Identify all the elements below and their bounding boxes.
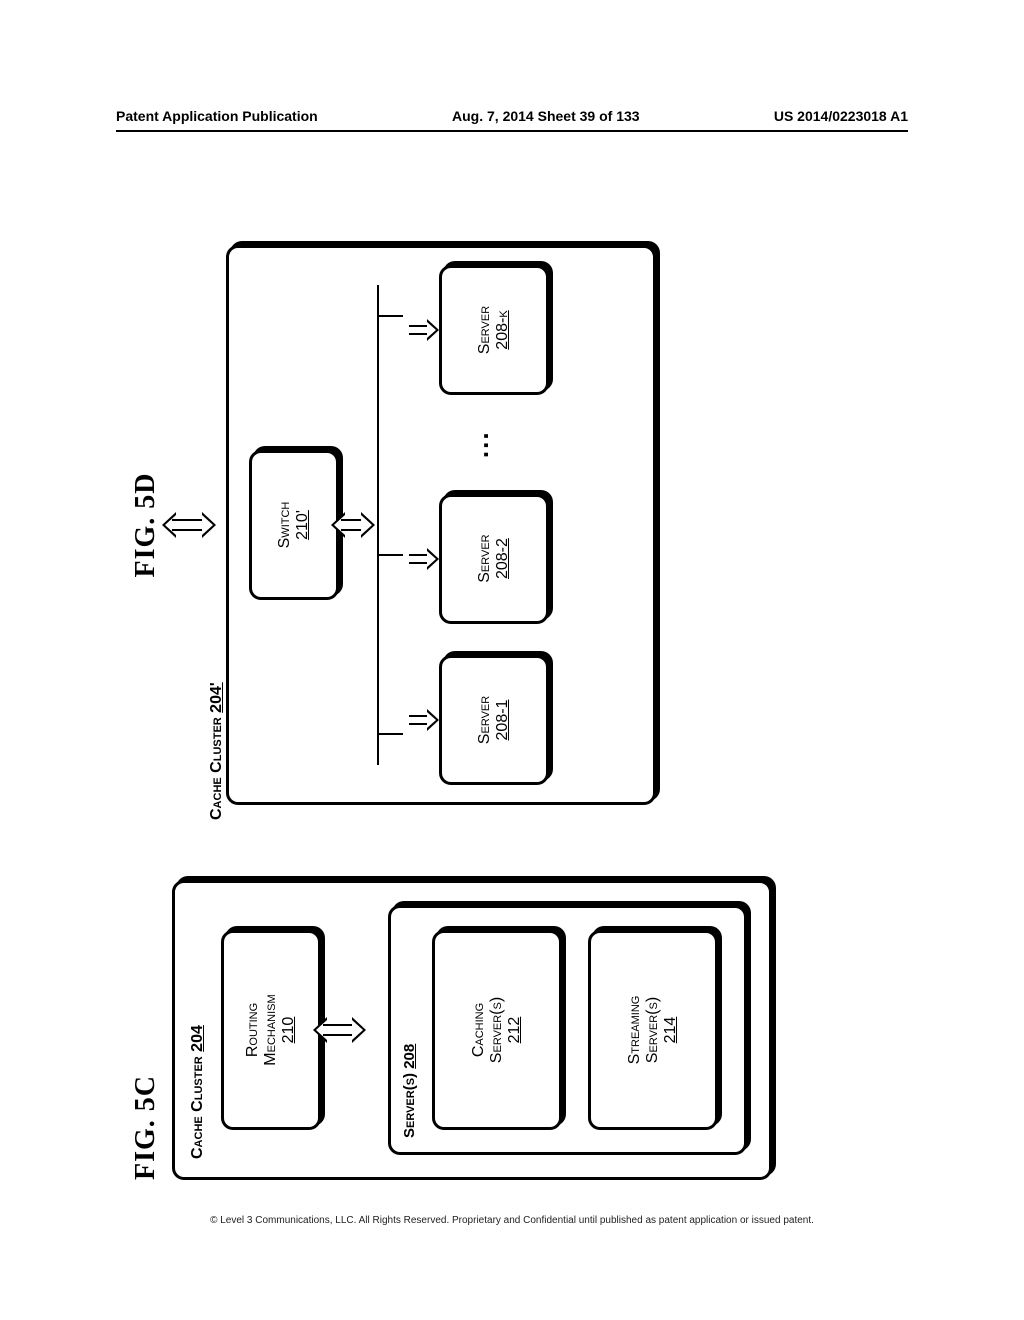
routing-mechanism-box: Routing Mechanism 210 bbox=[221, 930, 321, 1130]
streaming-ref: 214 bbox=[662, 933, 680, 1127]
caching-ref: 212 bbox=[506, 933, 524, 1127]
server-1-ref: 208-1 bbox=[494, 658, 512, 782]
down-arrow-icon bbox=[409, 319, 439, 341]
figure-5c-title: FIG. 5C bbox=[130, 880, 162, 1180]
streaming-servers-box: Streaming Server(s) 214 bbox=[588, 930, 718, 1130]
caching-line2: Server(s) bbox=[488, 933, 506, 1127]
figure-5d: FIG. 5D Cache Cluster 204' Switch 210' bbox=[130, 230, 656, 820]
header-right: US 2014/0223018 A1 bbox=[774, 108, 908, 124]
header-rule bbox=[116, 130, 908, 132]
servers-208-label: Server(s) 208 bbox=[401, 1044, 418, 1138]
switch-label: Switch bbox=[276, 453, 294, 597]
server-2-ref: 208-2 bbox=[494, 497, 512, 621]
figure-5d-title: FIG. 5D bbox=[130, 473, 162, 578]
down-arrow-icon bbox=[409, 548, 439, 570]
server-box-1: Server 208-1 bbox=[439, 655, 549, 785]
caching-line1: Caching bbox=[470, 933, 488, 1127]
ellipsis-icon: ... bbox=[464, 430, 495, 458]
server-box-2: Server 208-2 bbox=[439, 494, 549, 624]
server-k-label: Server bbox=[476, 268, 494, 392]
server-2-label: Server bbox=[476, 497, 494, 621]
cache-cluster-204: Cache Cluster 204 Routing Mechanism 210 … bbox=[172, 880, 772, 1180]
figure-5c: FIG. 5C Cache Cluster 204 Routing Mechan… bbox=[130, 880, 772, 1180]
server-row: Server 208-1 Server 208-2 bbox=[409, 265, 549, 785]
distribution-bus bbox=[377, 285, 403, 765]
routing-line2: Mechanism bbox=[262, 933, 280, 1127]
header-left: Patent Application Publication bbox=[116, 108, 318, 124]
streaming-line1: Streaming bbox=[626, 933, 644, 1127]
cache-cluster-204p: Switch 210' bbox=[226, 245, 656, 805]
down-arrow-icon bbox=[409, 709, 439, 731]
caching-servers-box: Caching Server(s) 212 bbox=[432, 930, 562, 1130]
servers-208-group: Server(s) 208 Caching Server(s) 212 Stre… bbox=[388, 905, 747, 1155]
copyright-footer: © Level 3 Communications, LLC. All Right… bbox=[0, 1215, 1024, 1226]
cache-cluster-204p-label: Cache Cluster 204' bbox=[208, 682, 226, 820]
page-header: Patent Application Publication Aug. 7, 2… bbox=[116, 108, 908, 124]
server-box-k: Server 208-k bbox=[439, 265, 549, 395]
server-1-label: Server bbox=[476, 658, 494, 782]
bidirectional-arrow-icon bbox=[315, 1015, 365, 1045]
switch-ref: 210' bbox=[294, 453, 312, 597]
header-center: Aug. 7, 2014 Sheet 39 of 133 bbox=[452, 108, 640, 124]
streaming-line2: Server(s) bbox=[644, 933, 662, 1127]
figure-area: FIG. 5C Cache Cluster 204 Routing Mechan… bbox=[130, 230, 890, 1180]
switch-box: Switch 210' bbox=[249, 450, 339, 600]
bidirectional-arrow-icon bbox=[333, 510, 373, 540]
bidirectional-arrow-icon bbox=[164, 510, 214, 540]
cache-cluster-204-label: Cache Cluster 204 bbox=[189, 1025, 207, 1159]
server-k-ref: 208-k bbox=[494, 268, 512, 392]
routing-line1: Routing bbox=[244, 933, 262, 1127]
routing-ref: 210 bbox=[280, 933, 298, 1127]
